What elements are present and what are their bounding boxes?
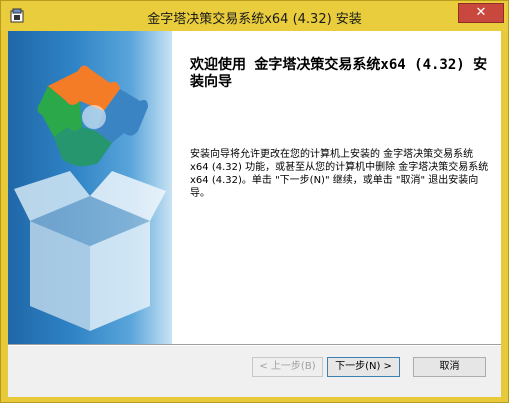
next-button[interactable]: 下一步(N) > (327, 357, 400, 377)
wizard-client-area: 欢迎使用 金字塔决策交易系统x64 (4.32) 安装向导 安装向导将允许更改在… (8, 31, 501, 397)
cancel-button[interactable]: 取消 (413, 357, 486, 377)
back-button[interactable]: < 上一步(B) (252, 357, 323, 377)
divider-highlight (8, 345, 501, 346)
close-button[interactable]: ✕ (458, 3, 504, 23)
welcome-description: 安装向导将允许更改在您的计算机上安装的 金字塔决策交易系统x64 (4.32) … (190, 149, 489, 199)
puzzle-box-illustration (14, 65, 166, 331)
wizard-banner (8, 31, 172, 344)
window-title: 金字塔决策交易系统x64 (4.32) 安装 (147, 12, 362, 27)
welcome-title: 欢迎使用 金字塔决策交易系统x64 (4.32) 安装向导 (190, 57, 488, 90)
title-bar[interactable]: 金字塔决策交易系统x64 (4.32) 安装 ✕ (1, 1, 508, 31)
welcome-panel: 欢迎使用 金字塔决策交易系统x64 (4.32) 安装向导 安装向导将允许更改在… (172, 31, 501, 344)
installer-window: 金字塔决策交易系统x64 (4.32) 安装 ✕ 欢迎使用 金字塔决策交易系统x… (0, 0, 509, 403)
